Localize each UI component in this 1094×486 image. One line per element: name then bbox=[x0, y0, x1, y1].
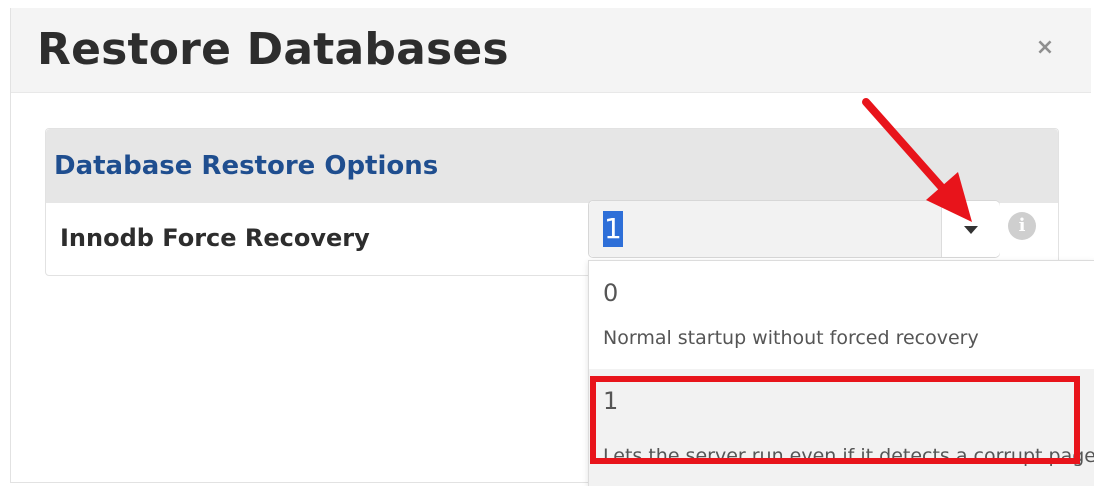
info-icon[interactable]: i bbox=[1008, 212, 1036, 240]
modal-title: Restore Databases bbox=[37, 24, 509, 75]
close-button[interactable]: × bbox=[1033, 36, 1057, 60]
panel-heading: Database Restore Options bbox=[46, 129, 1058, 203]
option-description: Lets the server run even if it detects a… bbox=[603, 445, 1094, 467]
innodb-force-recovery-label: Innodb Force Recovery bbox=[60, 224, 370, 252]
select-toggle-button[interactable] bbox=[941, 201, 1000, 257]
panel-title: Database Restore Options bbox=[54, 151, 439, 181]
select-display[interactable]: 1 bbox=[589, 201, 941, 257]
option-value: 0 bbox=[603, 279, 619, 307]
select-current-value: 1 bbox=[603, 211, 623, 247]
modal-header: Restore Databases × bbox=[11, 8, 1091, 93]
select-dropdown-menu: 0 Normal startup without forced recovery… bbox=[588, 260, 1094, 486]
innodb-force-recovery-select[interactable]: 1 bbox=[588, 200, 1000, 258]
dropdown-option-1[interactable]: 1 Lets the server run even if it detects… bbox=[589, 369, 1094, 486]
dropdown-option-0[interactable]: 0 Normal startup without forced recovery bbox=[589, 261, 1094, 369]
caret-down-icon bbox=[964, 226, 978, 234]
option-value: 1 bbox=[603, 387, 619, 415]
option-description: Normal startup without forced recovery bbox=[603, 327, 979, 349]
screenshot-stage: Restore Databases × Database Restore Opt… bbox=[0, 0, 1094, 486]
